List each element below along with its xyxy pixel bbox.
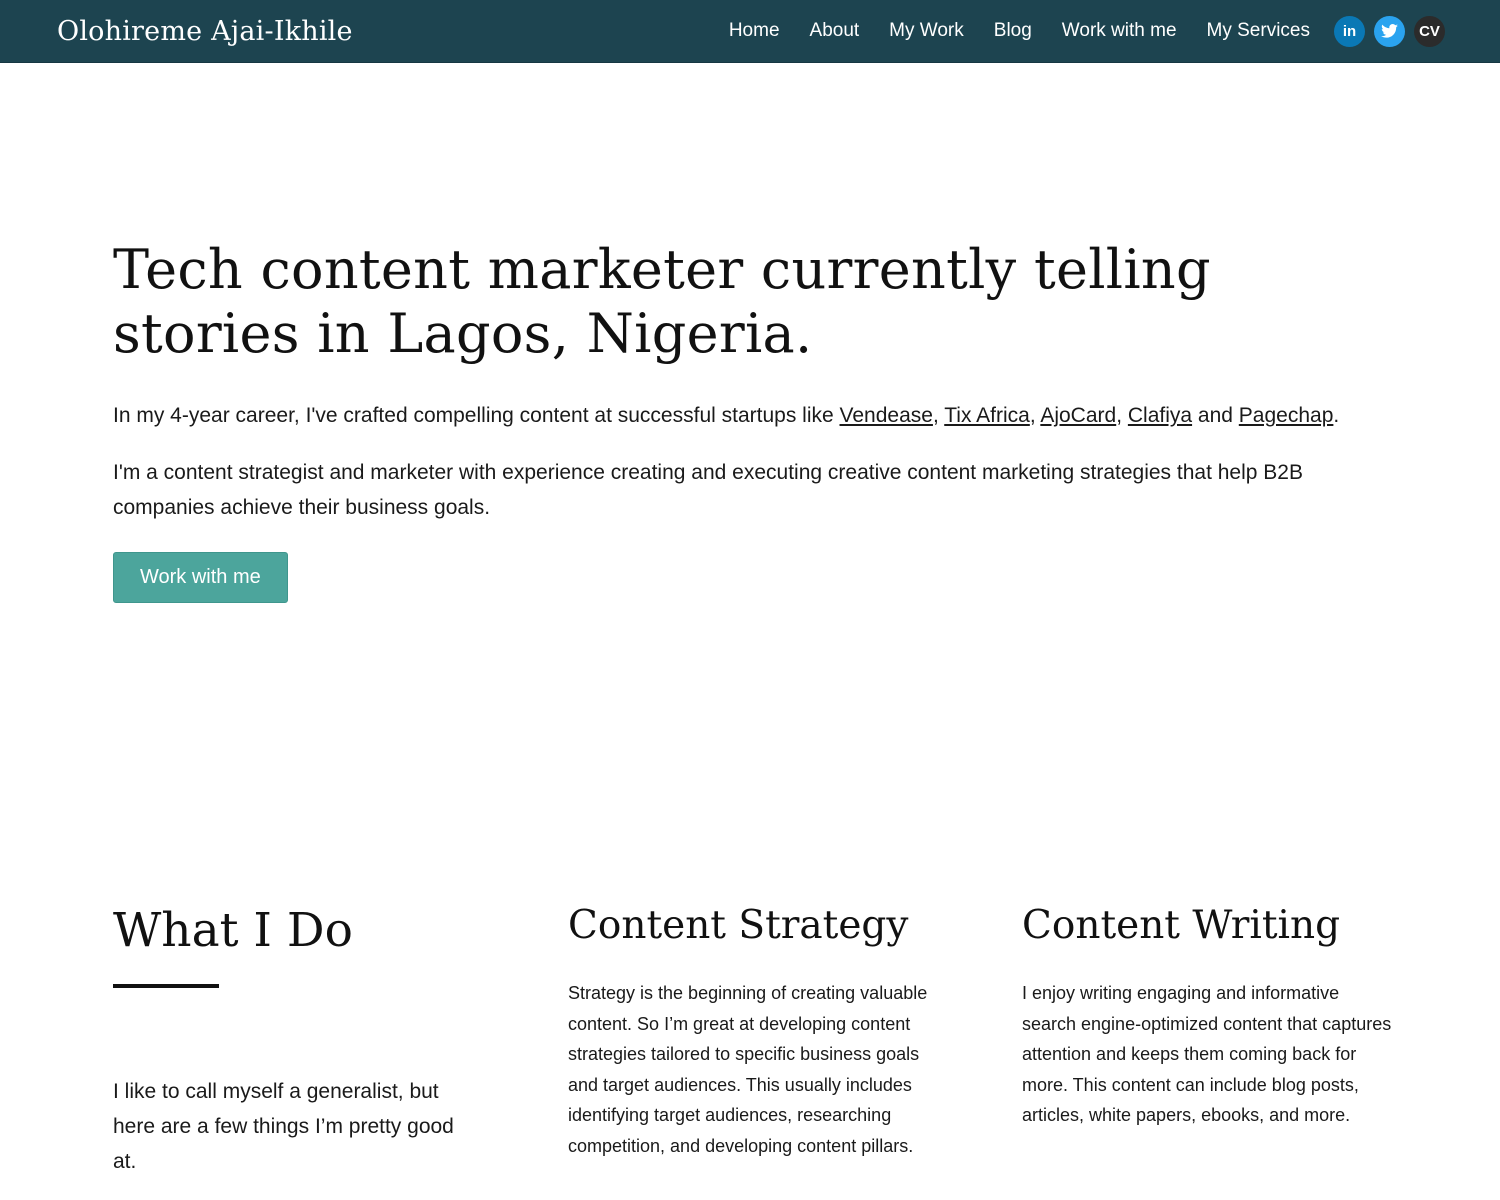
nav-work-with-me[interactable]: Work with me [1062, 20, 1177, 42]
nav-my-services[interactable]: My Services [1207, 20, 1310, 42]
content-writing-text: I enjoy writing engaging and informative… [1022, 983, 1392, 1125]
content-strategy-column: Content Strategy Strategy is the beginni… [568, 900, 948, 1161]
hero-description: I'm a content strategist and marketer wi… [113, 461, 1303, 519]
twitter-icon[interactable] [1374, 15, 1405, 47]
social-links: in CV [1334, 15, 1445, 47]
nav-my-work[interactable]: My Work [889, 20, 964, 42]
separator: , [1029, 404, 1041, 427]
what-i-do-text: I like to call myself a generalist, but … [113, 1080, 454, 1173]
nav-about[interactable]: About [810, 20, 860, 42]
nav-home[interactable]: Home [729, 20, 780, 42]
separator: , [932, 404, 945, 427]
link-tix-africa[interactable]: Tix Africa [944, 404, 1030, 427]
link-vendease[interactable]: Vendease [840, 404, 933, 427]
link-pagechap[interactable]: Pagechap [1239, 404, 1334, 427]
twitter-bird-glyph [1381, 24, 1398, 38]
content-writing-title: Content Writing [1022, 903, 1341, 948]
work-with-me-button[interactable]: Work with me [113, 552, 288, 603]
what-i-do-column: What I Do I like to call myself a genera… [113, 900, 493, 1179]
separator: . [1333, 404, 1340, 427]
linkedin-icon[interactable]: in [1334, 15, 1365, 47]
separator: , [1116, 404, 1128, 427]
link-ajocard[interactable]: AjoCard [1040, 404, 1116, 427]
site-brand[interactable]: Olohireme Ajai-Ikhile [57, 16, 353, 47]
nav-blog[interactable]: Blog [994, 20, 1032, 42]
nav-menu: Home About My Work Blog Work with me My … [729, 15, 1445, 47]
hero-intro: In my 4-year career, I've crafted compel… [113, 398, 1403, 433]
hero-title: Tech content marketer currently telling … [113, 238, 1211, 365]
top-navbar: Olohireme Ajai-Ikhile Home About My Work… [0, 0, 1500, 63]
cv-icon[interactable]: CV [1414, 15, 1445, 47]
intro-text: In my 4-year career, I've crafted compel… [113, 404, 840, 427]
what-i-do-title: What I Do [113, 903, 353, 958]
content-strategy-text: Strategy is the beginning of creating va… [568, 983, 928, 1156]
link-clafiya[interactable]: Clafiya [1128, 404, 1192, 427]
content-writing-column: Content Writing I enjoy writing engaging… [1022, 900, 1402, 1131]
hero-section: Tech content marketer currently telling … [113, 238, 1403, 603]
content-strategy-title: Content Strategy [568, 903, 909, 948]
title-divider [113, 984, 219, 988]
separator: and [1192, 404, 1239, 427]
